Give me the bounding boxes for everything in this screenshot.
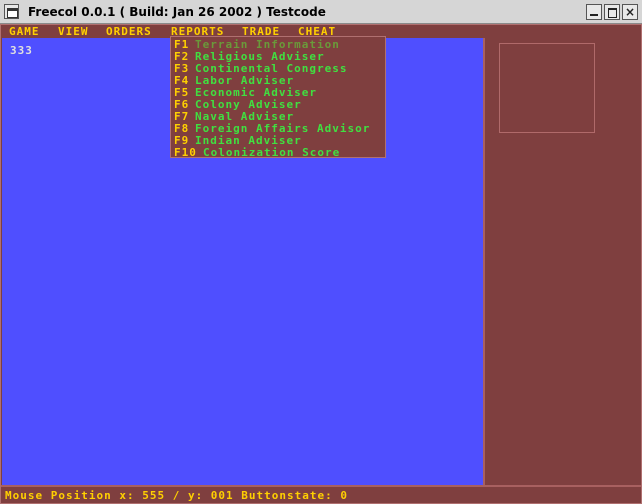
menu-item-colonization-score[interactable]: F10 Colonization Score <box>171 147 385 159</box>
map-value: 333 <box>10 44 33 57</box>
window-controls: × <box>586 4 638 20</box>
side-panel <box>483 38 641 485</box>
shortcut-key: F10 <box>174 146 197 159</box>
menu-game[interactable]: GAME <box>9 26 40 38</box>
window-menu-icon[interactable] <box>4 4 19 19</box>
maximize-icon[interactable] <box>604 4 620 20</box>
reports-dropdown-menu: F1 Terrain Information F2 Religious Advi… <box>170 36 386 159</box>
status-bar: Mouse Position x: 555 / y: 001 Buttonsta… <box>1 485 641 503</box>
menu-view[interactable]: VIEW <box>58 26 89 38</box>
menu-item-label: Colonization Score <box>203 146 341 159</box>
window-titlebar[interactable]: Freecol 0.0.1 ( Build: Jan 26 2002 ) Tes… <box>0 0 642 24</box>
menu-orders[interactable]: ORDERS <box>106 26 152 38</box>
minimize-icon[interactable] <box>586 4 602 20</box>
window-title: Freecol 0.0.1 ( Build: Jan 26 2002 ) Tes… <box>28 5 326 19</box>
close-icon[interactable]: × <box>622 4 638 20</box>
mouse-position-status: Mouse Position x: 555 / y: 001 Buttonsta… <box>5 489 349 502</box>
minimap[interactable] <box>499 43 595 133</box>
